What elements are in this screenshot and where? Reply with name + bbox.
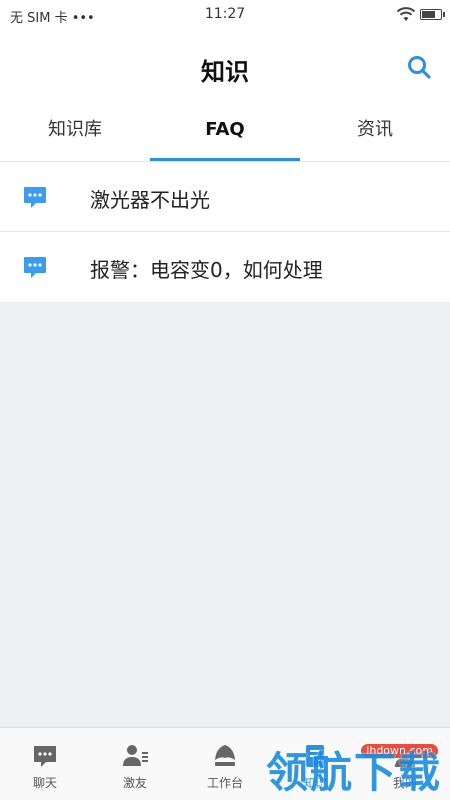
workbench-icon bbox=[215, 745, 235, 766]
tabbar-item-chat[interactable]: 聊天 bbox=[0, 728, 90, 800]
page-title: 知识 bbox=[201, 58, 249, 86]
page-header: 知识 bbox=[0, 30, 450, 104]
search-icon[interactable] bbox=[406, 54, 432, 80]
battery-icon bbox=[420, 9, 445, 20]
status-bar: 无 SIM 卡 ••• 11:27 bbox=[0, 0, 450, 30]
chat-bubble-icon bbox=[24, 187, 46, 208]
tab-faq[interactable]: FAQ bbox=[150, 104, 300, 161]
list-item-label: 激光器不出光 bbox=[90, 188, 210, 212]
tab-strip: 知识库 FAQ 资讯 bbox=[0, 104, 450, 162]
tab-news[interactable]: 资讯 bbox=[300, 104, 450, 161]
chat-bubble-icon bbox=[24, 257, 46, 278]
list-item-label: 报警：电容变0，如何处理 bbox=[90, 258, 323, 282]
wifi-icon bbox=[396, 7, 416, 21]
list-item[interactable]: 报警：电容变0，如何处理 bbox=[0, 232, 450, 302]
faq-list: 激光器不出光 报警：电容变0，如何处理 bbox=[0, 162, 450, 302]
contacts-icon bbox=[123, 745, 148, 766]
status-time: 11:27 bbox=[204, 6, 246, 22]
tabbar-label: 聊天 bbox=[32, 776, 57, 790]
tabbar-item-contacts[interactable]: 激友 bbox=[90, 728, 180, 800]
watermark-text: 领航下载 bbox=[265, 748, 442, 797]
tab-knowledge-base[interactable]: 知识库 bbox=[0, 104, 150, 161]
chat-icon bbox=[34, 746, 56, 767]
watermark-logo: lhdown.com 领航下载 bbox=[246, 740, 446, 800]
tabbar-label: 激友 bbox=[122, 776, 147, 790]
list-item[interactable]: 激光器不出光 bbox=[0, 162, 450, 232]
